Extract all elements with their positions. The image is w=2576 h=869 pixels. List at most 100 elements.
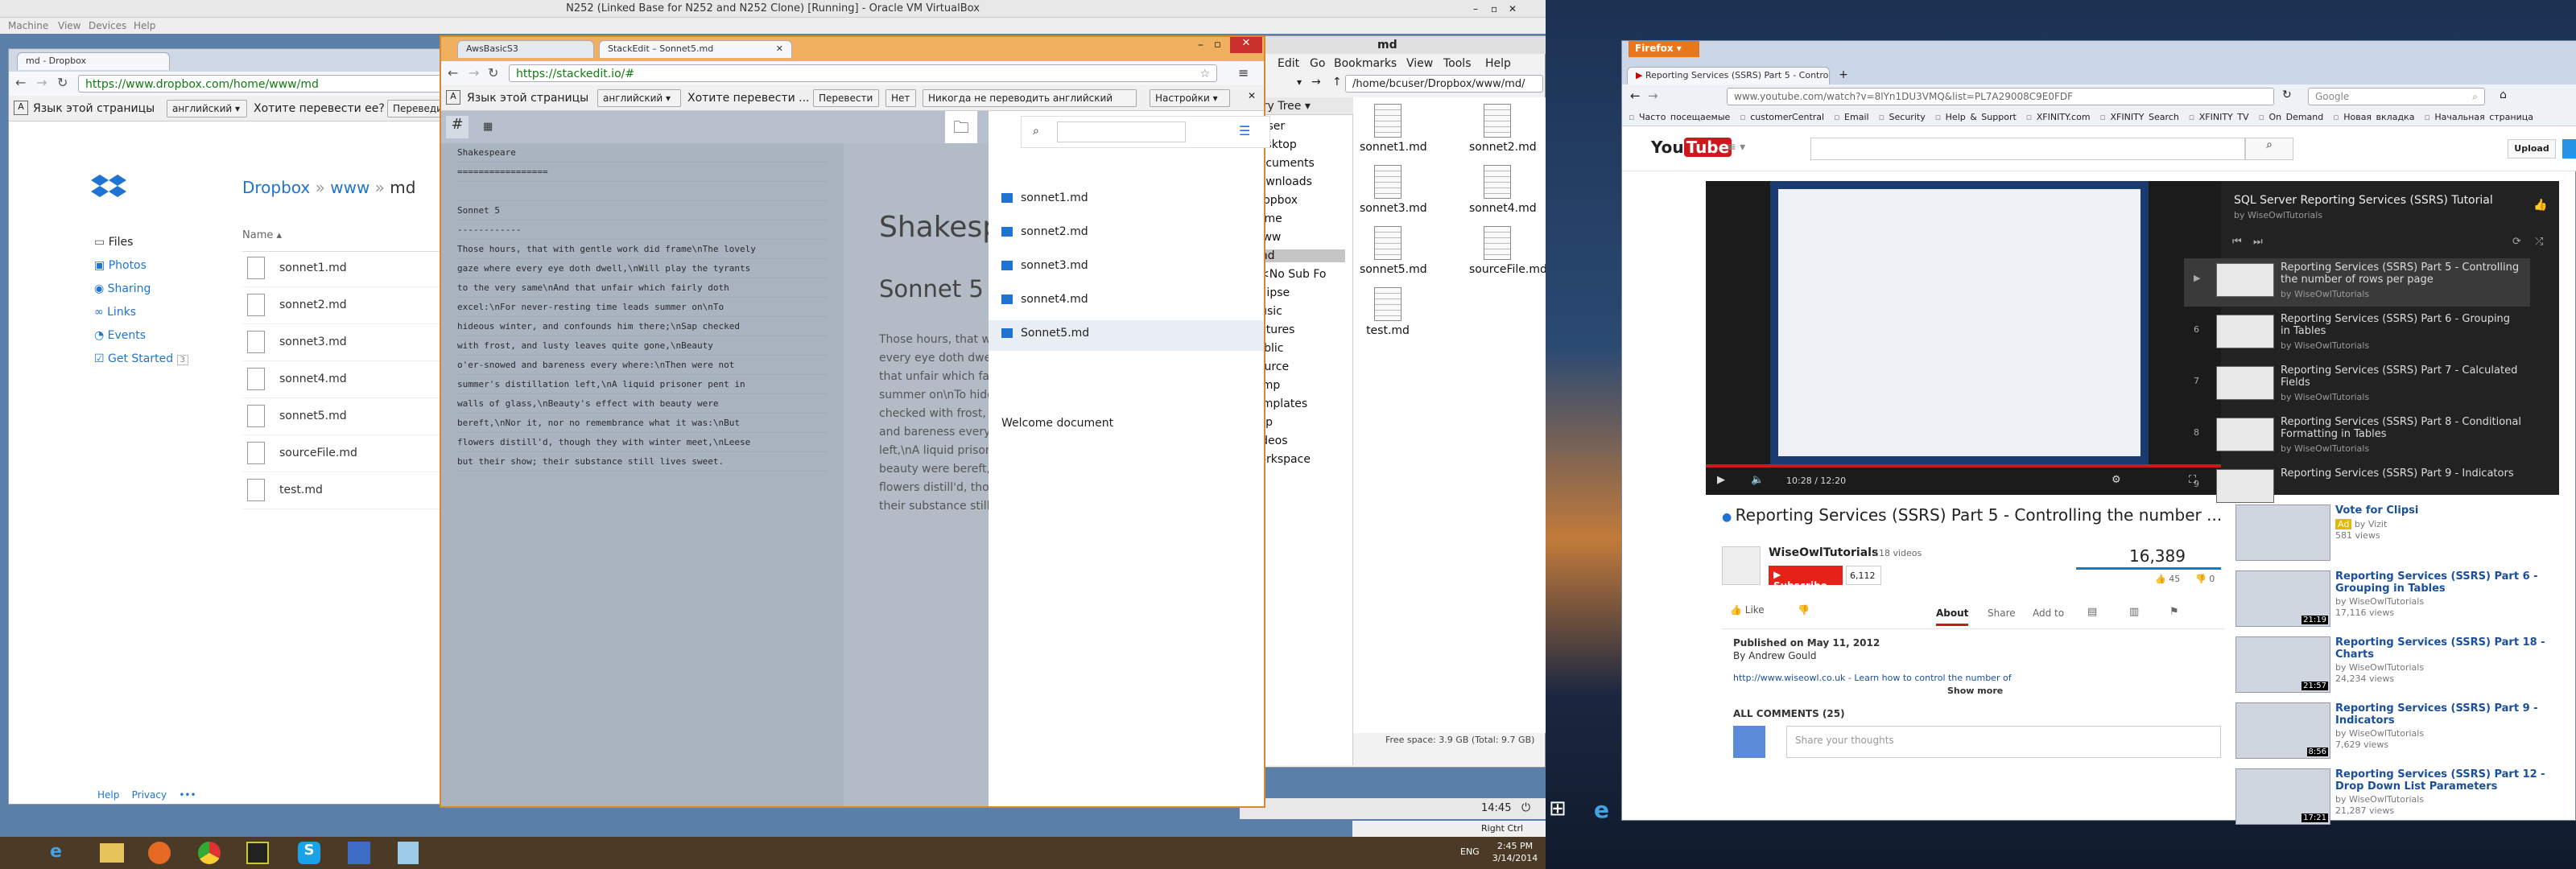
se-doc-item[interactable]: sonnet3.md: [989, 253, 1264, 283]
fm-path-input[interactable]: /home/bcuser/Dropbox/www/md/: [1345, 75, 1543, 93]
translate-lang-select[interactable]: английский ▾: [167, 100, 247, 117]
bookmark-item[interactable]: Часто посещаемые: [1639, 112, 1730, 122]
bookmark-item[interactable]: XFINITY Search: [2110, 112, 2178, 122]
se-welcome-doc[interactable]: Welcome document: [1001, 417, 1113, 430]
related-video[interactable]: 21:19 Reporting Services (SSRS) Part 6 - …: [2235, 570, 2557, 633]
playlist-repeat-icon[interactable]: ⟳: [2512, 236, 2521, 248]
vbox-menu-devices[interactable]: Devices: [89, 20, 126, 31]
tab-youtube[interactable]: ▶ Reporting Services (SSRS) Part 5 - Con…: [1627, 67, 1830, 84]
firefox-taskbar-icon[interactable]: [148, 842, 171, 864]
bookmark-item[interactable]: Новая вкладка: [2343, 112, 2414, 122]
vbox-menu-machine[interactable]: Machine: [8, 20, 48, 31]
flag-icon[interactable]: ⚑: [2169, 606, 2179, 618]
playlist-title[interactable]: SQL Server Reporting Services (SSRS) Tut…: [2234, 194, 2493, 207]
subscribe-button[interactable]: ▶ Subscribe: [1769, 566, 1843, 591]
ff-forward-icon[interactable]: →: [1648, 89, 1658, 103]
tab-dropbox[interactable]: md - Dropbox: [17, 52, 170, 70]
reload-icon[interactable]: ↻: [57, 75, 68, 90]
explorer-taskbar-icon[interactable]: [100, 843, 124, 863]
nav-get-started[interactable]: ☑ Get Started 3: [94, 348, 188, 372]
playlist-item[interactable]: 8 Reporting Services (SSRS) Part 8 - Cond…: [2184, 413, 2530, 461]
breadcrumb-www[interactable]: www: [330, 178, 369, 197]
ff-back-icon[interactable]: ←: [1630, 89, 1641, 103]
se-translate-lang-select[interactable]: английский ▾: [597, 89, 681, 107]
volume-icon[interactable]: 🔈: [1751, 474, 1764, 486]
like-button[interactable]: 👍 Like: [1730, 604, 1765, 616]
playlist-by[interactable]: by WiseOwlTutorials: [2234, 210, 2322, 220]
ff-url-input[interactable]: www.youtube.com/watch?v=8lYn1DU3VMQ&list…: [1727, 88, 2274, 105]
tab-add-to[interactable]: Add to: [2033, 607, 2064, 619]
se-minimize-icon[interactable]: –: [1198, 39, 1203, 51]
dropbox-file-row[interactable]: sourceFile.md: [242, 435, 452, 472]
bookmark-star-icon[interactable]: ☆: [1199, 68, 1210, 80]
sidebar-ad[interactable]: Vote for Clipsi Ad by Vizit 581 views: [2235, 505, 2557, 567]
yt-search-input[interactable]: [1810, 138, 2245, 160]
bookmark-item[interactable]: Security: [1889, 112, 1926, 122]
nav-sharing[interactable]: ◉ Sharing: [94, 278, 188, 301]
forward-icon[interactable]: →: [36, 75, 47, 90]
fm-file-item[interactable]: sonnet3.md: [1360, 165, 1427, 226]
se-menu-icon[interactable]: ≡: [1238, 65, 1249, 80]
footer-help[interactable]: Help: [97, 789, 119, 801]
bookmark-item[interactable]: customerCentral: [1750, 112, 1824, 122]
channel-name[interactable]: WiseOwlTutorials: [1769, 546, 1878, 559]
dislike-icon[interactable]: 👎: [1798, 604, 1810, 616]
guest-clock[interactable]: 14:45: [1481, 802, 1511, 814]
playlist-item[interactable]: 6 Reporting Services (SSRS) Part 6 - Grou…: [2184, 310, 2530, 358]
se-search-input[interactable]: [1057, 121, 1186, 142]
fm-menu-edit[interactable]: Edit: [1278, 57, 1299, 70]
tab-share[interactable]: Share: [1988, 607, 2016, 619]
fm-menu-tools[interactable]: Tools: [1443, 57, 1472, 70]
bookmark-item[interactable]: Email: [1844, 112, 1869, 122]
fm-menu-go[interactable]: Go: [1310, 57, 1325, 70]
tray-clock[interactable]: 2:45 PM 3/14/2014: [1489, 840, 1541, 864]
se-maximize-icon[interactable]: ▫: [1214, 39, 1221, 51]
se-grid-icon[interactable]: ▦: [483, 121, 493, 133]
se-doc-item[interactable]: sonnet1.md: [989, 185, 1264, 216]
vbox-menu-help[interactable]: Help: [134, 20, 155, 31]
tab-awsbasics3[interactable]: AwsBasicS3: [457, 40, 594, 58]
fm-file-item[interactable]: test.md: [1360, 287, 1416, 348]
win-start-button[interactable]: ⊞: [1549, 797, 1581, 829]
chrome-taskbar-icon[interactable]: [198, 842, 221, 864]
new-tab-button[interactable]: +: [1835, 68, 1852, 83]
tab-close-icon[interactable]: ✕: [776, 43, 783, 54]
bookmark-item[interactable]: Начальная страница: [2434, 112, 2533, 122]
fm-forward-icon[interactable]: →: [1311, 76, 1321, 89]
fm-tree-item[interactable]: md: [1257, 249, 1345, 262]
se-url-input[interactable]: https://stackedit.io/# ☆: [509, 64, 1217, 82]
fm-down-icon[interactable]: ▾: [1297, 76, 1302, 88]
bookmark-item[interactable]: XFINITY TV: [2199, 112, 2249, 122]
comment-input[interactable]: Share your thoughts: [1786, 726, 2221, 758]
dropbox-file-row[interactable]: sonnet4.md: [242, 361, 452, 398]
yt-search-button[interactable]: ⌕: [2245, 138, 2293, 160]
notepad-taskbar-icon[interactable]: [398, 842, 419, 864]
playlist-prev-icon[interactable]: ⏮: [2232, 236, 2242, 248]
se-never-button[interactable]: Никогда не переводить английский: [923, 89, 1137, 107]
fm-file-item[interactable]: sonnet4.md: [1469, 165, 1537, 226]
fm-menu-help[interactable]: Help: [1485, 57, 1511, 70]
se-doc-item[interactable]: Sonnet5.md: [989, 320, 1264, 351]
bookmark-item[interactable]: XFINITY.com: [2037, 112, 2091, 122]
maximize-icon[interactable]: ▫: [1491, 3, 1502, 14]
related-video[interactable]: 17:21 Reporting Services (SSRS) Part 12 -…: [2235, 768, 2557, 831]
close-icon[interactable]: ✕: [1509, 3, 1520, 14]
se-folder-button[interactable]: 🗀: [945, 111, 977, 143]
se-doc-item[interactable]: sonnet2.md: [989, 219, 1264, 249]
settings-icon[interactable]: ⚙: [2112, 474, 2121, 486]
fm-menu-view[interactable]: View: [1406, 57, 1433, 70]
minimize-icon[interactable]: –: [1473, 3, 1484, 14]
yt-guide-icon[interactable]: ≡ ▾: [1727, 141, 1745, 154]
playlist-like-icon[interactable]: 👍: [2533, 199, 2547, 212]
playlist-next-icon[interactable]: ⏭: [2253, 236, 2263, 248]
dropbox-url-input[interactable]: https://www.dropbox.com/home/www/md: [78, 75, 456, 93]
playlist-item[interactable]: ▶ Reporting Services (SSRS) Part 5 - Cont…: [2184, 258, 2530, 307]
playlist-shuffle-icon[interactable]: ⤮: [2535, 236, 2543, 248]
tab-stackedit[interactable]: StackEdit – Sonnet5.md ✕: [599, 40, 792, 58]
ff-reload-icon[interactable]: ↻: [2282, 89, 2292, 101]
fm-file-item[interactable]: sourceFile.md: [1469, 226, 1547, 287]
se-editor[interactable]: Shakespeare ================= Sonnet 5 ----…: [441, 143, 844, 806]
related-video[interactable]: 21:57 Reporting Services (SSRS) Part 18 -…: [2235, 636, 2557, 699]
ie-taskbar-icon[interactable]: e: [50, 842, 72, 864]
ff-home-icon[interactable]: ⌂: [2500, 89, 2507, 101]
